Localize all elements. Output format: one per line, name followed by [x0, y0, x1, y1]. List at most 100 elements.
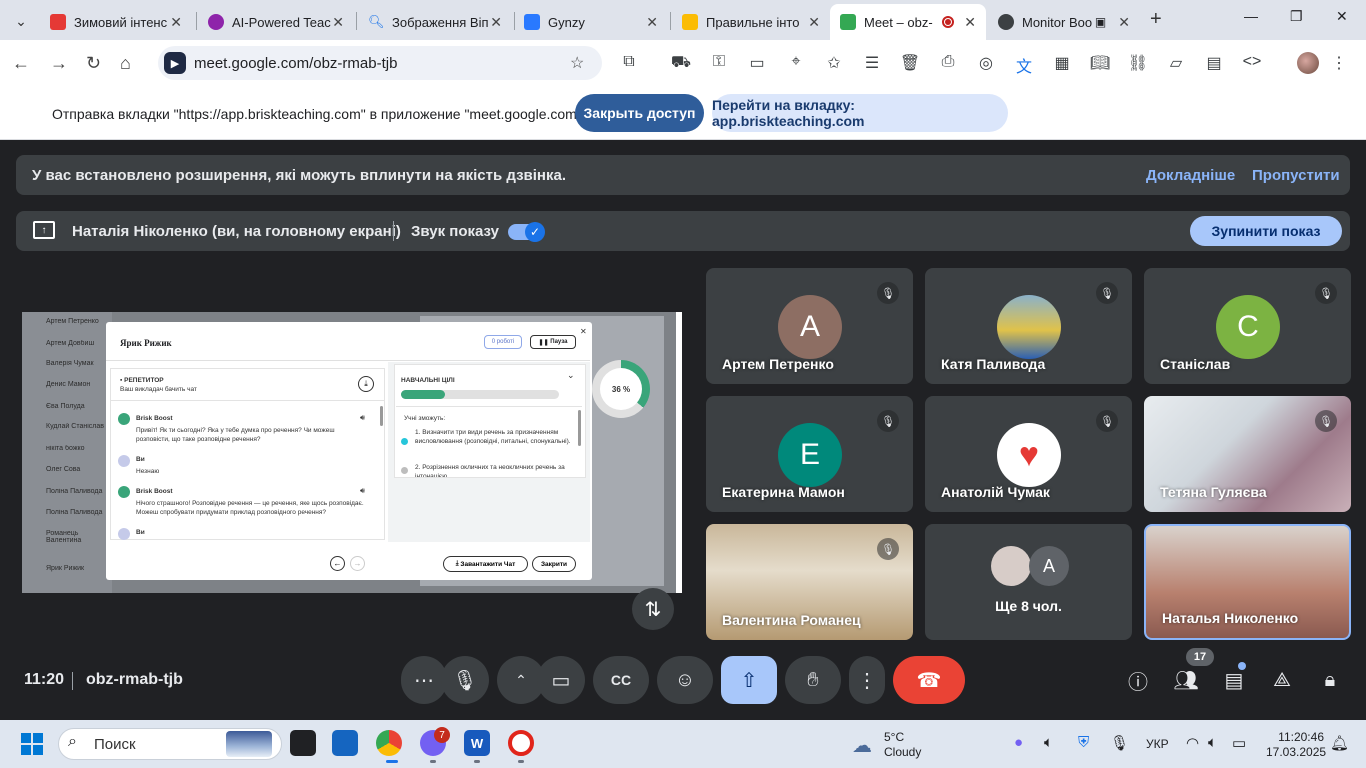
participant-tile[interactable]: 🎙︎ Валентина Романец — [706, 524, 913, 640]
chevron-down-icon[interactable]: ⌄ — [567, 370, 575, 381]
profile-avatar[interactable] — [1297, 52, 1319, 74]
emoji-button[interactable]: ☺ — [657, 656, 713, 704]
print-icon[interactable]: ⎙ — [937, 53, 959, 71]
skip-link[interactable]: Пропустити — [1252, 167, 1340, 184]
tab-close-icon[interactable]: ✕ — [646, 14, 658, 31]
learn-more-link[interactable]: Докладніше — [1146, 167, 1235, 184]
tab-3[interactable]: 🔍︎ Зображення Віп ✕ — [358, 4, 512, 40]
present-button[interactable]: ⇧ — [721, 656, 777, 704]
code-icon[interactable]: <> — [1241, 53, 1263, 71]
list-icon[interactable]: ☰ — [861, 53, 883, 73]
modal-close-icon[interactable]: ✕ — [580, 327, 587, 336]
microphone-tray-icon[interactable]: 🎙︎ — [1110, 734, 1129, 752]
participant-tile[interactable]: С 🎙︎ Станіслав — [1144, 268, 1351, 384]
mic-button[interactable]: 🎙︎ — [441, 656, 489, 704]
download-chat-button[interactable]: ⤓ Завантажити Чат — [443, 556, 528, 572]
modal-close-button[interactable]: Закрити — [532, 556, 576, 572]
stop-presenting-button[interactable]: Зупинити показ — [1190, 216, 1342, 246]
back-button[interactable]: ← — [12, 53, 30, 74]
check-icon[interactable]: ✓ — [525, 222, 545, 242]
tab-close-icon[interactable]: ✕ — [490, 14, 502, 31]
speaker-icon[interactable]: 🔊︎ — [360, 486, 365, 496]
bookmark-star-icon[interactable]: ☆ — [570, 53, 584, 73]
chat-scrollbar[interactable] — [380, 406, 383, 426]
home-button[interactable]: ⌂ — [120, 53, 131, 74]
self-tile[interactable]: Наталья Николенко — [1144, 524, 1351, 640]
participant-tile[interactable]: 🎙︎ Катя Паливода — [925, 268, 1132, 384]
viber-tray-icon[interactable]: ● — [1014, 734, 1023, 751]
link-icon[interactable]: ⛓ — [1127, 53, 1149, 73]
people-icon[interactable]: 👥︎ — [1172, 666, 1200, 694]
participant-tile[interactable]: ♥ 🎙︎ Анатолій Чумак — [925, 396, 1132, 512]
raise-hand-button[interactable]: ✋︎ — [785, 656, 841, 704]
chat-icon[interactable]: ▤ — [1220, 666, 1248, 694]
participant-tile[interactable]: А 🎙︎ Артем Петренко — [706, 268, 913, 384]
devices-icon[interactable]: ▱ — [1165, 53, 1187, 73]
word-icon[interactable]: W — [464, 730, 490, 756]
card-icon[interactable]: ▭ — [746, 53, 768, 73]
tab-1[interactable]: Зимовий інтенс ✕ — [40, 4, 192, 40]
extensions-icon[interactable]: ⧉ — [618, 53, 640, 71]
location-icon[interactable]: ⌖ — [785, 53, 807, 71]
store-icon[interactable] — [332, 730, 358, 756]
new-tab-button[interactable]: + — [1150, 8, 1162, 31]
taskbar-date[interactable]: 17.03.2025 — [1266, 745, 1326, 759]
pause-button[interactable]: ❚❚ Пауза — [530, 335, 576, 349]
start-button[interactable] — [21, 733, 43, 755]
battery-icon[interactable]: ▭ — [1232, 734, 1246, 752]
task-view-icon[interactable] — [290, 730, 316, 756]
volume-tray-icon[interactable]: 🔈︎ — [1044, 734, 1053, 751]
language-indicator[interactable]: УКР — [1146, 737, 1169, 751]
tab-close-icon[interactable]: ✕ — [808, 14, 820, 31]
translate-icon[interactable]: 文 — [1013, 53, 1035, 77]
leave-call-button[interactable]: ☎ — [893, 656, 965, 704]
wifi-icon[interactable]: ◠ — [1186, 734, 1199, 752]
qr-icon[interactable]: ▦ — [1051, 53, 1073, 73]
reader-icon[interactable]: 📖︎ — [1089, 53, 1111, 73]
info-icon[interactable]: ⓘ — [1124, 666, 1152, 694]
close-window-button[interactable]: ✕ — [1336, 8, 1348, 25]
activities-icon[interactable]: ⟁ — [1268, 666, 1296, 694]
menu-icon[interactable]: ⋮ — [1328, 53, 1350, 73]
goals-scrollbar[interactable] — [578, 410, 581, 446]
chrome-icon[interactable] — [376, 730, 402, 756]
participant-tile[interactable]: 🎙︎ Тетяна Гуляєва — [1144, 396, 1351, 512]
tab-2[interactable]: AI-Powered Teac ✕ — [198, 4, 354, 40]
tab-4[interactable]: Gynzy ✕ — [514, 4, 668, 40]
car-icon[interactable]: ⛟ — [670, 53, 692, 73]
more-participants-tile[interactable]: А Ще 8 чол. — [925, 524, 1132, 640]
speaker-icon[interactable]: 🔊︎ — [360, 413, 365, 423]
tab-5[interactable]: Правильне інто ✕ — [672, 4, 830, 40]
tab-close-icon[interactable]: ✕ — [332, 14, 344, 31]
swap-layout-button[interactable]: ⇅ — [632, 588, 674, 630]
minimize-button[interactable]: — — [1244, 8, 1258, 24]
search-highlight-image[interactable] — [226, 731, 272, 757]
close-access-button[interactable]: Закрыть доступ — [575, 94, 704, 132]
prev-arrow-icon[interactable]: ← — [330, 556, 345, 571]
download-icon[interactable]: ⤓ — [358, 376, 374, 392]
tab-close-icon[interactable]: ✕ — [964, 14, 976, 31]
screen-scrollbar[interactable] — [676, 312, 682, 593]
trash-icon[interactable]: 🗑︎ — [899, 53, 921, 73]
goto-tab-button[interactable]: Перейти на вкладку: app.briskteaching.co… — [712, 94, 1008, 132]
notification-bell-icon[interactable]: 🔔︎ — [1330, 734, 1349, 752]
forward-button[interactable]: → — [50, 53, 68, 74]
camera-button[interactable]: ▭ — [537, 656, 585, 704]
more-vert-button[interactable]: ⋮ — [849, 656, 885, 704]
screenshot-icon[interactable]: ◎ — [975, 53, 997, 73]
participant-tile[interactable]: Е 🎙︎ Екатерина Мамон — [706, 396, 913, 512]
speaker-icon[interactable]: 🔈︎ — [1208, 734, 1217, 751]
favorite-icon[interactable]: ✩ — [823, 53, 845, 73]
table-icon[interactable]: ▤ — [1203, 53, 1225, 73]
key-icon[interactable]: ⚿ — [708, 53, 730, 71]
opera-icon[interactable] — [508, 730, 534, 756]
next-arrow-icon[interactable]: → — [350, 556, 365, 571]
tab-close-icon[interactable]: ✕ — [1118, 14, 1130, 31]
maximize-button[interactable]: ❐ — [1290, 8, 1303, 25]
tab-close-icon[interactable]: ✕ — [170, 14, 182, 31]
taskbar-time[interactable]: 11:20:46 — [1268, 730, 1324, 744]
cloud-icon[interactable]: ☁ — [852, 733, 872, 758]
tab-7[interactable]: Monitor Boo ▣ ✕ — [988, 4, 1140, 40]
host-controls-icon[interactable]: 🔒︎ — [1316, 666, 1344, 694]
captions-button[interactable]: CC — [593, 656, 649, 704]
